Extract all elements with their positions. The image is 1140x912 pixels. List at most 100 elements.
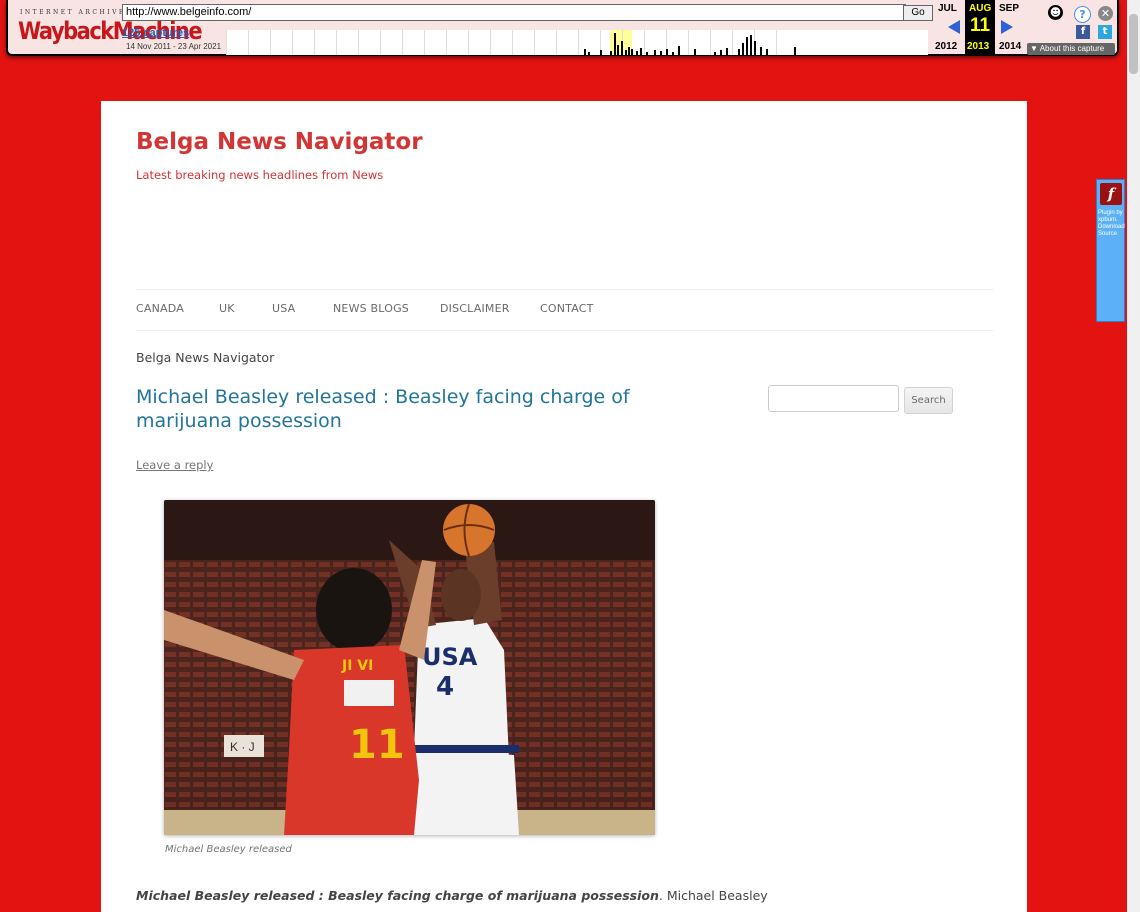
wayback-current-day: 11 xyxy=(969,15,991,36)
sparkline-divider xyxy=(380,30,381,55)
sparkline-divider xyxy=(358,30,359,55)
sparkline-divider xyxy=(336,30,337,55)
wayback-current-year: 2013 xyxy=(967,41,990,52)
wayback-url-input[interactable]: http://www.belgeinfo.com/ xyxy=(122,4,906,21)
sparkline-bar xyxy=(614,33,616,55)
post-title[interactable]: Michael Beasley released : Beasley facin… xyxy=(136,385,636,433)
nav-item-disclaimer[interactable]: DISCLAIMER xyxy=(440,302,510,315)
sparkline-divider xyxy=(270,30,271,55)
breadcrumb: Belga News Navigator xyxy=(136,350,275,365)
red-jersey-number: 11 xyxy=(349,722,405,768)
user-icon[interactable]: ☻ xyxy=(1048,5,1063,20)
sparkline-bar xyxy=(754,41,756,55)
main-navigation: CANADA UK USA NEWS BLOGS DISCLAIMER CONT… xyxy=(136,289,993,331)
page-scrollbar[interactable] xyxy=(1127,0,1140,912)
wayback-next-year[interactable]: 2014 xyxy=(999,41,1021,52)
site-title[interactable]: Belga News Navigator xyxy=(136,129,423,155)
help-icon[interactable]: ? xyxy=(1074,6,1091,23)
sparkline-divider xyxy=(490,30,491,55)
sparkline-bar xyxy=(760,47,762,55)
nav-item-contact[interactable]: CONTACT xyxy=(540,302,594,315)
leave-reply-link[interactable]: Leave a reply xyxy=(136,458,213,472)
sparkline-bar xyxy=(714,52,716,55)
sparkline-divider xyxy=(644,30,645,55)
sparkline-bar xyxy=(742,43,744,55)
scrollbar-thumb[interactable] xyxy=(1129,14,1138,74)
about-capture-label: About this capture xyxy=(1039,44,1105,53)
wayback-sparkline[interactable] xyxy=(226,30,928,55)
red-jersey-name: JI VI xyxy=(341,658,373,674)
sparkline-divider xyxy=(248,30,249,55)
sparkline-divider xyxy=(402,30,403,55)
sparkline-bar xyxy=(625,50,627,55)
white-jersey-text: USA xyxy=(422,643,478,671)
sparkline-bar xyxy=(584,49,586,55)
post-lead-rest: . Michael Beasley xyxy=(658,888,768,903)
sparkline-bar xyxy=(654,50,656,55)
close-icon[interactable]: ✕ xyxy=(1098,6,1113,21)
sparkline-bar xyxy=(600,50,602,55)
sparkline-bar xyxy=(621,41,623,55)
sparkline-divider xyxy=(226,30,227,55)
wayback-captures-link[interactable]: 125 captures xyxy=(122,27,189,39)
image-caption: Michael Beasley released xyxy=(165,844,292,855)
search-button[interactable]: Search xyxy=(904,387,953,414)
sparkline-divider xyxy=(468,30,469,55)
wayback-logo-top: INTERNET ARCHIVE xyxy=(20,9,126,16)
white-jersey-number: 4 xyxy=(436,672,454,702)
wayback-toolbar: INTERNET ARCHIVE WaybackMachine http://w… xyxy=(6,0,1119,56)
sparkline-divider xyxy=(534,30,535,55)
facebook-icon[interactable]: f xyxy=(1076,25,1090,39)
sparkline-divider xyxy=(292,30,293,55)
sparkline-bar xyxy=(746,37,748,55)
sparkline-bar xyxy=(636,51,638,55)
page-content: Belga News Navigator Latest breaking new… xyxy=(101,101,1027,912)
sparkline-bar xyxy=(646,52,648,55)
plugin-panel[interactable]: f Plugin by xpbum. Download Source xyxy=(1096,179,1125,322)
sparkline-bar xyxy=(610,51,612,55)
sparkline-bar xyxy=(617,45,619,55)
sparkline-bar xyxy=(694,49,696,55)
sparkline-divider xyxy=(424,30,425,55)
sparkline-bar xyxy=(640,48,642,55)
sparkline-divider xyxy=(314,30,315,55)
plugin-text: Plugin by xpbum. Download Source xyxy=(1098,210,1125,237)
sparkline-bar xyxy=(720,50,722,55)
wayback-go-button[interactable]: Go xyxy=(903,5,933,21)
sparkline-bar xyxy=(588,52,590,55)
wayback-prev-year[interactable]: 2012 xyxy=(935,41,957,52)
post-lead-bold: Michael Beasley released : Beasley facin… xyxy=(136,888,659,903)
sparkline-bar xyxy=(666,49,668,55)
search-input[interactable] xyxy=(768,385,899,412)
sparkline-bar xyxy=(738,49,740,55)
nav-item-uk[interactable]: UK xyxy=(219,302,235,315)
sparkline-divider xyxy=(776,30,777,55)
site-description: Latest breaking news headlines from News xyxy=(136,168,384,182)
about-capture-button[interactable]: ▼ About this capture xyxy=(1027,43,1115,55)
twitter-icon[interactable]: t xyxy=(1098,25,1112,39)
wayback-next-month[interactable]: SEP xyxy=(999,3,1019,14)
sparkline-bar xyxy=(628,47,630,55)
sparkline-divider xyxy=(732,30,733,55)
wayback-prev-arrow-icon[interactable] xyxy=(948,20,960,34)
sparkline-divider xyxy=(710,30,711,55)
sparkline-bar xyxy=(766,49,768,55)
wayback-prev-month[interactable]: JUL xyxy=(938,3,957,14)
sparkline-divider xyxy=(688,30,689,55)
sparkline-divider xyxy=(512,30,513,55)
svg-text:K · J: K · J xyxy=(230,740,255,754)
flash-plugin-icon[interactable]: f xyxy=(1100,183,1122,205)
wayback-capture-range: 14 Nov 2011 - 23 Apr 2021 xyxy=(126,42,222,51)
sparkline-bar xyxy=(678,46,680,55)
sparkline-divider xyxy=(578,30,579,55)
nav-item-usa[interactable]: USA xyxy=(272,302,295,315)
nav-item-canada[interactable]: CANADA xyxy=(136,302,184,315)
post-lead-paragraph: Michael Beasley released : Beasley facin… xyxy=(136,888,768,903)
sparkline-bar xyxy=(660,51,662,55)
sparkline-bar xyxy=(794,47,796,55)
post-image: K · J USA 4 JI VI 11 xyxy=(164,500,655,835)
sparkline-bar xyxy=(672,52,674,55)
nav-item-news-blogs[interactable]: NEWS BLOGS xyxy=(333,302,409,315)
wayback-next-arrow-icon[interactable] xyxy=(1001,20,1013,34)
sparkline-bar xyxy=(750,35,752,55)
